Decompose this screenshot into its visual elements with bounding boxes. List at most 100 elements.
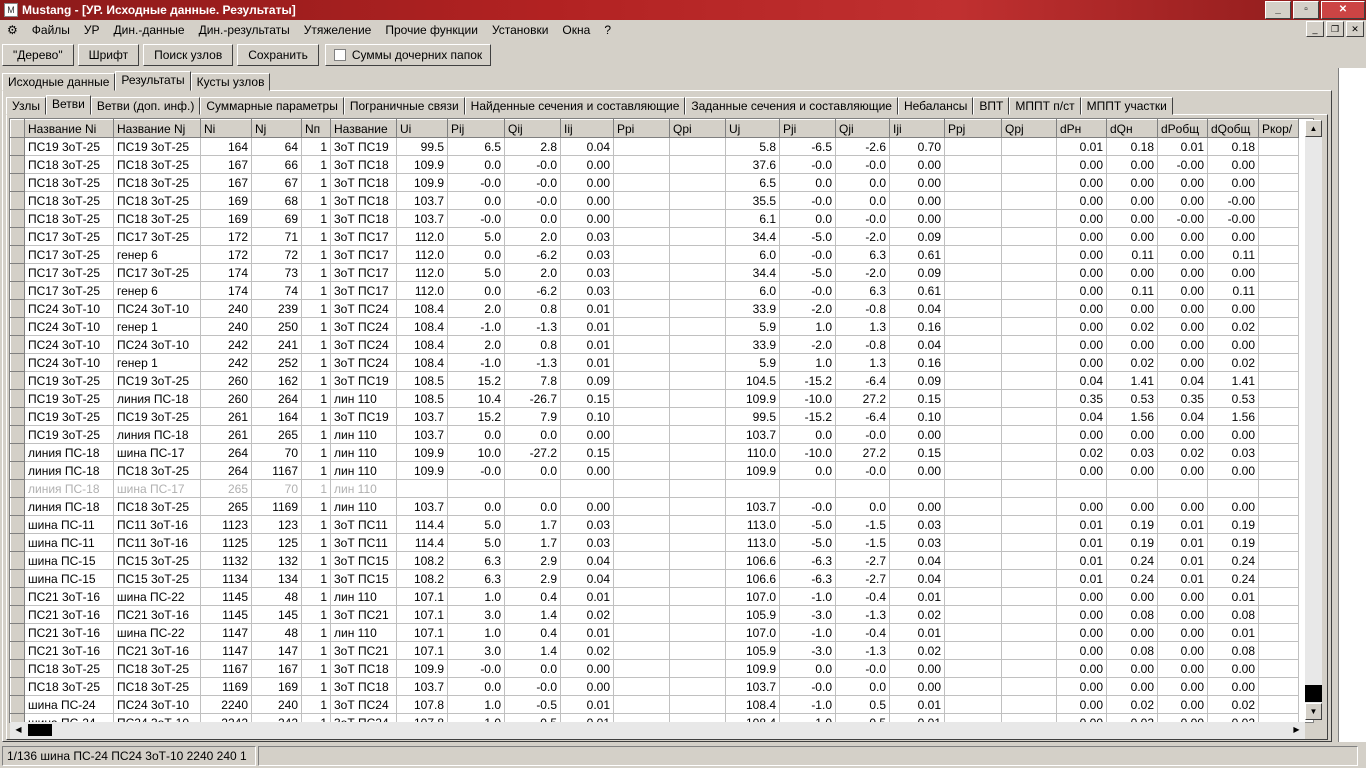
table-cell[interactable]: 109.9 [396,155,448,174]
table-cell[interactable]: 0.03 [560,263,614,282]
table-cell[interactable]: 3оТ ПС24 [330,335,397,354]
row-indicator[interactable] [10,425,25,444]
table-cell[interactable] [779,479,836,498]
table-cell[interactable] [944,317,1002,336]
table-cell[interactable]: 1 [301,497,331,516]
table-cell[interactable]: 0.00 [1207,497,1259,516]
table-cell[interactable]: 1 [301,173,331,192]
table-cell[interactable]: ПС18 3оТ-25 [24,659,114,678]
table-cell[interactable]: 0.00 [1056,317,1107,336]
table-cell[interactable]: ПС18 3оТ-25 [24,173,114,192]
table-cell[interactable]: 3оТ ПС17 [330,281,397,300]
table-cell[interactable]: 2.8 [504,137,561,156]
table-cell[interactable] [1001,659,1057,678]
column-header[interactable]: Pji [779,119,836,138]
table-cell[interactable]: ПС19 3оТ-25 [24,425,114,444]
table-cell[interactable]: лин 110 [330,461,397,480]
table-cell[interactable]: 0.02 [1106,317,1158,336]
table-cell[interactable]: -5.0 [779,515,836,534]
column-header[interactable]: Nj [251,119,302,138]
table-cell[interactable]: 0.11 [1106,281,1158,300]
table-cell[interactable] [944,551,1002,570]
tab-sub-10[interactable]: МППТ участки [1080,97,1173,115]
table-cell[interactable]: шина ПС-15 [24,551,114,570]
table-cell[interactable]: -0.00 [1207,191,1259,210]
table-cell[interactable]: ПС21 3оТ-16 [24,623,114,642]
table-cell[interactable]: 3оТ ПС18 [330,209,397,228]
table-cell[interactable]: 103.7 [725,425,780,444]
table-cell[interactable]: 103.7 [396,209,448,228]
menu-item-8[interactable]: ? [597,20,618,40]
table-cell[interactable]: ПС24 3оТ-10 [24,299,114,318]
table-cell[interactable]: -1.5 [835,515,890,534]
table-cell[interactable]: 1 [301,371,331,390]
column-header[interactable]: Название Ni [24,119,114,138]
table-cell[interactable]: шина ПС-17 [113,479,201,498]
table-cell[interactable]: ПС18 3оТ-25 [113,497,201,516]
table-cell[interactable] [944,515,1002,534]
table-row[interactable]: ПС21 3оТ-16 шина ПС-22 1145 48 1 лин 110 107.1… [10,587,1299,606]
table-cell[interactable]: 109.9 [396,461,448,480]
table-cell[interactable]: ПС21 3оТ-16 [113,605,201,624]
table-cell[interactable]: 0.03 [1207,443,1259,462]
row-indicator[interactable] [10,173,25,192]
table-cell[interactable]: 0.16 [889,353,945,372]
table-cell[interactable] [613,245,670,264]
table-cell[interactable] [669,569,726,588]
table-cell[interactable] [669,533,726,552]
table-cell[interactable]: ПС18 3оТ-25 [113,155,201,174]
table-cell[interactable]: 105.9 [725,641,780,660]
row-indicator[interactable] [10,245,25,264]
table-cell[interactable] [944,443,1002,462]
maximize-button[interactable]: ▫ [1293,1,1319,19]
table-cell[interactable]: шина ПС-11 [24,515,114,534]
table-cell[interactable]: 0.02 [889,605,945,624]
table-cell[interactable]: 0.00 [1056,335,1107,354]
table-cell[interactable] [944,605,1002,624]
table-cell[interactable]: 0.00 [1207,659,1259,678]
table-cell[interactable]: генер 6 [113,245,201,264]
table-cell[interactable]: 0.19 [1207,515,1259,534]
table-cell[interactable] [1001,263,1057,282]
table-cell[interactable]: 169 [200,191,252,210]
table-cell[interactable]: 0.00 [1157,335,1208,354]
table-cell[interactable] [669,371,726,390]
table-cell[interactable]: 1.0 [447,695,505,714]
table-cell[interactable] [669,425,726,444]
row-indicator[interactable] [10,623,25,642]
table-row[interactable]: ПС19 3оТ-25 ПС19 3оТ-25 164 64 1 3оТ ПС19 99.5… [10,137,1299,156]
table-cell[interactable]: ПС18 3оТ-25 [113,677,201,696]
menu-item-5[interactable]: Прочие функции [378,20,485,40]
table-cell[interactable]: 0.00 [1056,641,1107,660]
table-cell[interactable]: 0.24 [1106,569,1158,588]
scroll-left-icon[interactable]: ◀ [10,722,27,739]
table-cell[interactable]: 0.02 [1207,695,1259,714]
table-cell[interactable]: -15.2 [779,371,836,390]
table-cell[interactable]: 0.00 [889,677,945,696]
table-cell[interactable]: 1 [301,533,331,552]
table-cell[interactable]: ПС17 3оТ-25 [24,245,114,264]
menu-item-0[interactable]: Файлы [25,20,77,40]
table-cell[interactable]: 109.9 [396,659,448,678]
table-cell[interactable] [944,533,1002,552]
table-cell[interactable]: 0.00 [1106,335,1158,354]
table-cell[interactable]: 0.01 [560,587,614,606]
table-cell[interactable] [1258,353,1299,372]
table-cell[interactable]: 0.11 [1207,245,1259,264]
table-cell[interactable] [1258,191,1299,210]
table-cell[interactable]: ПС17 3оТ-25 [24,227,114,246]
vertical-scrollbar[interactable]: ▲ ▼ [1305,120,1322,720]
table-cell[interactable] [835,479,890,498]
table-cell[interactable]: -27.2 [504,443,561,462]
table-cell[interactable]: 0.0 [779,425,836,444]
table-cell[interactable] [669,659,726,678]
column-header[interactable]: Qij [504,119,561,138]
table-cell[interactable] [669,245,726,264]
table-cell[interactable]: 107.1 [396,623,448,642]
table-row[interactable]: ПС24 3оТ-10 генер 1 242 252 1 3оТ ПС24 108.4 -1… [10,353,1299,372]
table-cell[interactable]: ПС18 3оТ-25 [113,191,201,210]
table-cell[interactable]: 0.00 [1106,173,1158,192]
table-cell[interactable]: -26.7 [504,389,561,408]
table-cell[interactable]: 0.24 [1207,569,1259,588]
table-cell[interactable]: ПС24 3оТ-10 [113,695,201,714]
